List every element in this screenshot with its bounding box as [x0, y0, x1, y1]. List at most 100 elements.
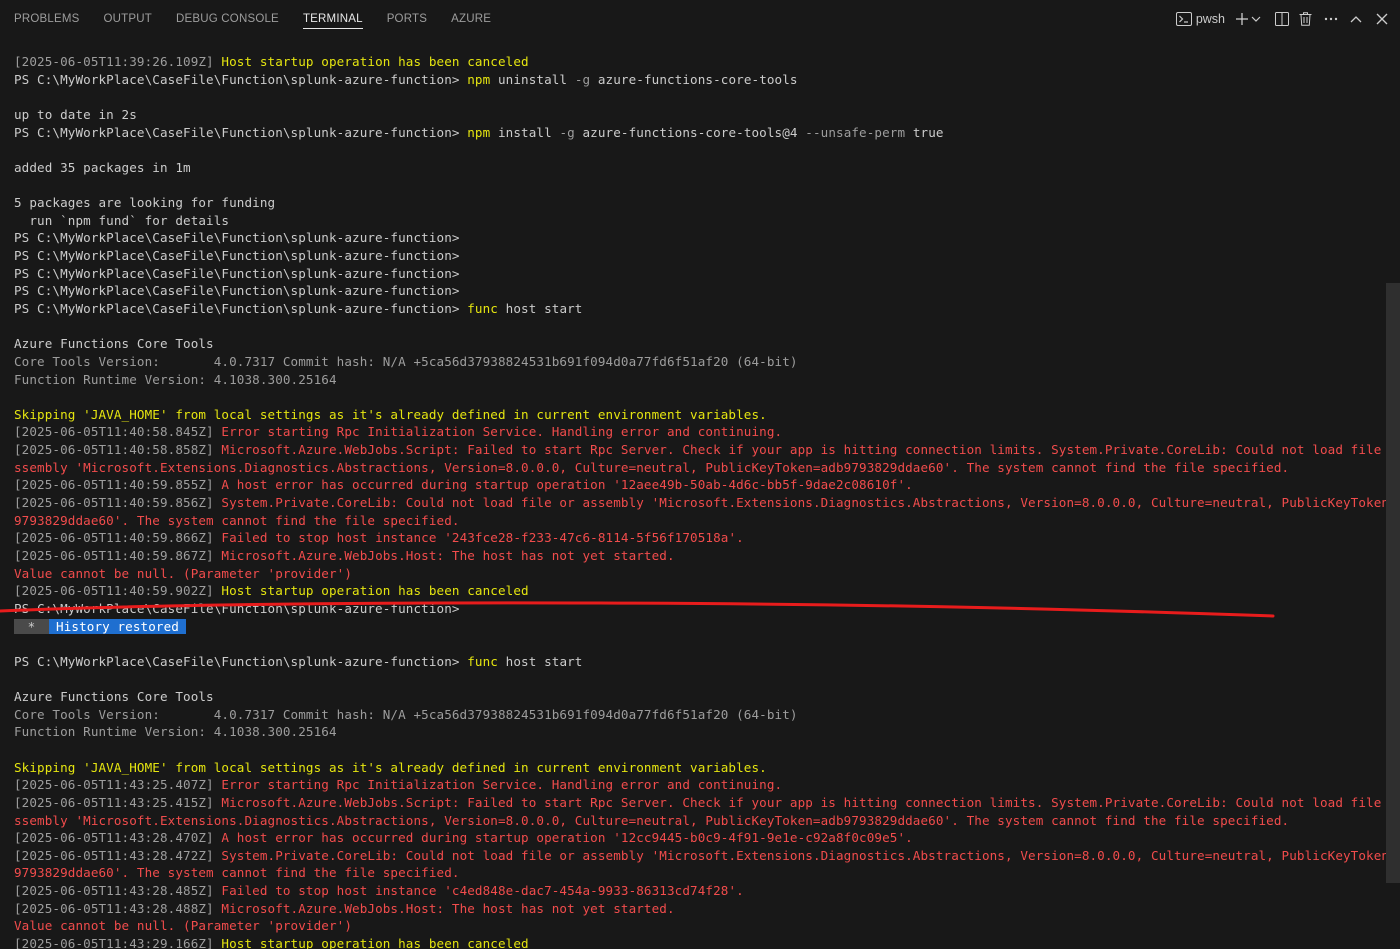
- terminal-line: 5 packages are looking for funding: [14, 194, 1386, 212]
- maximize-panel-button[interactable]: [1350, 8, 1362, 30]
- tab-azure[interactable]: AZURE: [451, 0, 491, 38]
- terminal-line: Core Tools Version: 4.0.7317 Commit hash…: [14, 353, 1386, 371]
- terminal-text: host start: [497, 653, 583, 669]
- terminal-text: [2025-06-05T11:40:58.845Z]: [14, 424, 222, 440]
- terminal-text: PS C:\MyWorkPlace\CaseFile\Function\splu…: [14, 283, 460, 299]
- terminal-text: Microsoft.Azure.WebJobs.Script: Failed t…: [221, 442, 1386, 458]
- split-terminal-button[interactable]: [1275, 8, 1289, 30]
- terminal-text: npm: [467, 71, 491, 87]
- terminal-text: Function Runtime Version: 4.1038.300.251…: [14, 724, 337, 740]
- terminal-text: func: [467, 653, 498, 669]
- terminal-text: Host startup operation has been canceled: [221, 936, 529, 949]
- terminal-text: ssembly 'Microsoft.Extensions.Diagnostic…: [14, 812, 1290, 828]
- terminal-line: Azure Functions Core Tools: [14, 688, 1386, 706]
- terminal-line: Core Tools Version: 4.0.7317 Commit hash…: [14, 706, 1386, 724]
- shell-name: pwsh: [1195, 12, 1225, 26]
- terminal-text: [2025-06-05T11:43:29.166Z]: [14, 936, 222, 949]
- terminal-line: [2025-06-05T11:40:58.845Z] Error startin…: [14, 423, 1386, 441]
- split-icon: [1275, 12, 1289, 26]
- terminal-text: Failed to stop host instance '243fce28-f…: [221, 530, 744, 546]
- terminal-text: [2025-06-05T11:40:59.855Z]: [14, 477, 222, 493]
- terminal-line: [2025-06-05T11:39:26.109Z] Host startup …: [14, 53, 1386, 71]
- terminal-text: [2025-06-05T11:43:28.488Z]: [14, 900, 222, 916]
- terminal-line: up to date in 2s: [14, 106, 1386, 124]
- new-terminal-button[interactable]: [1235, 8, 1249, 30]
- terminal-text: added 35 packages in 1m: [14, 159, 191, 175]
- terminal-text: 9793829ddae60'. The system cannot find t…: [14, 865, 460, 881]
- terminal-text: Core Tools Version: 4.0.7317 Commit hash…: [14, 353, 798, 369]
- terminal-line: [2025-06-05T11:40:59.855Z] A host error …: [14, 476, 1386, 494]
- terminal-text: Microsoft.Azure.WebJobs.Host: The host h…: [221, 900, 675, 916]
- plus-icon: [1235, 12, 1249, 26]
- terminal-line: ssembly 'Microsoft.Extensions.Diagnostic…: [14, 459, 1386, 477]
- terminal-text: ssembly 'Microsoft.Extensions.Diagnostic…: [14, 459, 1290, 475]
- terminal-text: Azure Functions Core Tools: [14, 689, 214, 705]
- terminal-text: Failed to stop host instance 'c4ed848e-d…: [221, 883, 744, 899]
- terminal-line: Skipping 'JAVA_HOME' from local settings…: [14, 406, 1386, 424]
- terminal-text: [2025-06-05T11:40:59.856Z]: [14, 495, 222, 511]
- more-actions-button[interactable]: [1324, 8, 1338, 30]
- scrollbar-thumb[interactable]: [1386, 283, 1400, 883]
- terminal-line: 9793829ddae60'. The system cannot find t…: [14, 512, 1386, 530]
- terminal-text: azure-functions-core-tools@4: [574, 124, 806, 140]
- terminal-line: Value cannot be null. (Parameter 'provid…: [14, 917, 1386, 935]
- trash-icon: [1299, 12, 1312, 26]
- tab-ports[interactable]: PORTS: [387, 0, 427, 38]
- terminal-text: up to date in 2s: [14, 106, 137, 122]
- terminal-text: [2025-06-05T11:43:28.485Z]: [14, 883, 222, 899]
- terminal-text: npm: [467, 124, 491, 140]
- terminal-line: PS C:\MyWorkPlace\CaseFile\Function\splu…: [14, 247, 1386, 265]
- tab-output[interactable]: OUTPUT: [104, 0, 152, 38]
- terminal-text: Microsoft.Azure.WebJobs.Script: Failed t…: [221, 794, 1386, 810]
- terminal-line: added 35 packages in 1m: [14, 159, 1386, 177]
- kill-terminal-button[interactable]: [1299, 8, 1312, 30]
- terminal-text: [2025-06-05T11:39:26.109Z]: [14, 54, 222, 69]
- terminal-line: [2025-06-05T11:40:59.866Z] Failed to sto…: [14, 529, 1386, 547]
- terminal-line: Value cannot be null. (Parameter 'provid…: [14, 565, 1386, 583]
- terminal-line: * History restored: [14, 618, 1386, 636]
- terminal-text: [2025-06-05T11:43:25.415Z]: [14, 794, 222, 810]
- terminal-text: Error starting Rpc Initialization Servic…: [221, 424, 783, 440]
- terminal-text: Host startup operation has been canceled: [221, 54, 529, 69]
- terminal-text: PS C:\MyWorkPlace\CaseFile\Function\splu…: [14, 230, 460, 246]
- terminal-text: PS C:\MyWorkPlace\CaseFile\Function\splu…: [14, 71, 468, 87]
- terminal-text: PS C:\MyWorkPlace\CaseFile\Function\splu…: [14, 300, 468, 316]
- terminal-text: [2025-06-05T11:40:58.858Z]: [14, 442, 222, 458]
- terminal-scrollbar[interactable]: [1386, 38, 1400, 949]
- terminal-line: PS C:\MyWorkPlace\CaseFile\Function\splu…: [14, 653, 1386, 671]
- terminal-text: install: [490, 124, 560, 140]
- terminal-line: PS C:\MyWorkPlace\CaseFile\Function\splu…: [14, 600, 1386, 618]
- tab-problems[interactable]: PROBLEMS: [14, 0, 80, 38]
- terminal-text: host start: [497, 300, 583, 316]
- tab-debug-console[interactable]: DEBUG CONSOLE: [176, 0, 279, 38]
- history-restored-badge: History restored: [49, 618, 186, 634]
- terminal-line: [2025-06-05T11:40:59.902Z] Host startup …: [14, 582, 1386, 600]
- terminal-text: true: [905, 124, 944, 140]
- launch-profile-dropdown[interactable]: [1251, 8, 1261, 30]
- terminal-output[interactable]: [2025-06-05T11:39:26.109Z] Host startup …: [14, 53, 1386, 949]
- terminal-line: [2025-06-05T11:43:28.488Z] Microsoft.Azu…: [14, 900, 1386, 918]
- terminal-line: PS C:\MyWorkPlace\CaseFile\Function\splu…: [14, 282, 1386, 300]
- terminal-text: [2025-06-05T11:43:28.472Z]: [14, 847, 222, 863]
- terminal-line: [2025-06-05T11:40:59.867Z] Microsoft.Azu…: [14, 547, 1386, 565]
- terminal-text: Value cannot be null. (Parameter 'provid…: [14, 918, 353, 934]
- terminal-text: [2025-06-05T11:43:28.470Z]: [14, 830, 222, 846]
- terminal-text: Skipping 'JAVA_HOME' from local settings…: [14, 406, 767, 422]
- panel-tabs: PROBLEMS OUTPUT DEBUG CONSOLE TERMINAL P…: [14, 0, 515, 38]
- terminal-text: Core Tools Version: 4.0.7317 Commit hash…: [14, 706, 798, 722]
- panel-actions: pwsh: [1170, 0, 1388, 38]
- tab-terminal[interactable]: TERMINAL: [302, 0, 363, 38]
- terminal-shell-button[interactable]: pwsh: [1175, 8, 1225, 30]
- close-panel-button[interactable]: [1376, 8, 1388, 30]
- terminal-text: System.Private.CoreLib: Could not load f…: [221, 847, 1386, 863]
- terminal-text: 5 packages are looking for funding: [14, 195, 276, 211]
- terminal-text: -g: [559, 124, 575, 140]
- terminal-line: Function Runtime Version: 4.1038.300.251…: [14, 371, 1386, 389]
- terminal-icon: [1175, 12, 1192, 26]
- terminal-text: PS C:\MyWorkPlace\CaseFile\Function\splu…: [14, 653, 468, 669]
- terminal-text: -g: [574, 71, 591, 87]
